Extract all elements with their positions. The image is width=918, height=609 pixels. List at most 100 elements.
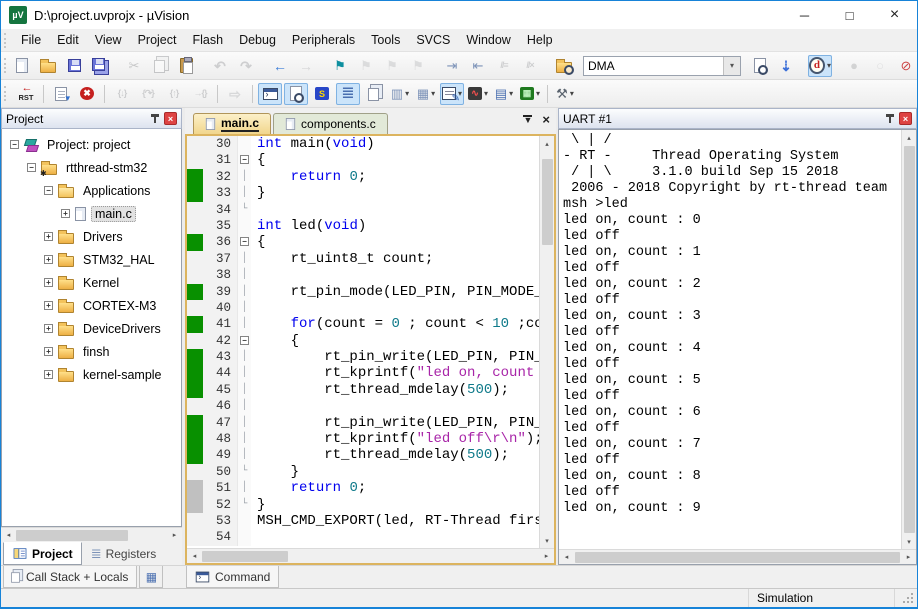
tree-item-kernel[interactable]: +Kernel [2,271,181,294]
uart-vscrollbar[interactable]: ▴ ▾ [901,130,916,549]
project-hscrollbar[interactable]: ◂ ▸ [1,527,182,542]
fold-marker[interactable]: − [237,152,251,168]
uncomment-button[interactable]: //× [518,55,542,77]
uart-hscrollbar[interactable]: ◂ ▸ [559,549,916,564]
expander-icon[interactable]: − [10,140,19,149]
fold-marker[interactable]: │ [237,365,251,381]
dropdown-arrow-icon[interactable]: ▾ [570,89,574,98]
fold-marker[interactable]: │ [237,267,251,283]
menu-item-flash[interactable]: Flash [184,31,231,49]
expander-icon[interactable]: − [27,163,36,172]
scroll-left-icon[interactable]: ◂ [187,549,202,564]
close-panel-icon[interactable]: × [164,112,177,125]
run-to-line-button[interactable]: →{} [188,83,212,105]
fold-marker[interactable]: │ [237,447,251,463]
watch-window-button[interactable]: ▥▾ [388,83,412,105]
editor-tab-components-c[interactable]: components.c [273,113,388,134]
dropdown-arrow-icon[interactable]: ▾ [431,89,435,98]
disassembly-window-button[interactable] [284,83,308,105]
close-button[interactable]: × [872,1,917,29]
system-viewer-button[interactable]: ▤▾ [492,83,516,105]
menu-item-tools[interactable]: Tools [363,31,408,49]
new-file-button[interactable] [10,55,34,77]
fold-marker[interactable]: │ [237,398,251,414]
tree-item-kernel-sample[interactable]: +kernel-sample [2,363,181,386]
registers-window-button[interactable]: ≣ [336,83,360,105]
expander-icon[interactable]: + [44,278,53,287]
scroll-thumb[interactable] [202,551,288,562]
bookmark-next-button[interactable]: ⚑ [380,55,404,77]
scroll-thumb[interactable] [904,146,915,533]
fold-marker[interactable]: │ [237,251,251,267]
code-editor[interactable]: 30int main(void)31−{32│ return 0;33│}34└… [187,136,539,548]
menu-item-peripherals[interactable]: Peripherals [284,31,363,49]
tools-button[interactable]: ⚒▾ [553,83,577,105]
project-tree[interactable]: −Project: project−rtthread-stm32−Applica… [1,129,182,527]
tree-item-cortex-m3[interactable]: +CORTEX-M3 [2,294,181,317]
fold-marker[interactable]: │ [237,480,251,496]
scroll-down-icon[interactable]: ▾ [540,533,555,548]
fold-marker[interactable]: │ [237,316,251,332]
expander-icon[interactable]: + [44,255,53,264]
bookmark-prev-button[interactable]: ⚑ [354,55,378,77]
fold-marker[interactable]: └ [237,497,251,513]
fold-marker[interactable]: └ [237,464,251,480]
fold-marker[interactable]: − [237,234,251,250]
editor-vscrollbar[interactable]: ▴ ▾ [539,136,554,548]
fold-marker[interactable]: │ [237,415,251,431]
lookup-button[interactable] [748,55,772,77]
save-all-button[interactable] [88,55,112,77]
step-out-button[interactable]: {↑} [162,83,186,105]
tab-registers[interactable]: ≣ Registers [82,542,166,565]
save-button[interactable] [62,55,86,77]
fold-marker[interactable]: │ [237,185,251,201]
fold-marker[interactable]: │ [237,382,251,398]
menu-item-debug[interactable]: Debug [231,31,284,49]
tab-command[interactable]: Command [186,566,279,588]
command-window-button[interactable] [258,83,282,105]
combo-dropdown-icon[interactable]: ▾ [723,57,740,75]
scroll-down-icon[interactable]: ▾ [902,534,917,549]
scroll-thumb[interactable] [575,552,900,563]
expander-icon[interactable]: + [44,232,53,241]
tab-list-icon[interactable]: ▼ [523,115,532,124]
menu-item-view[interactable]: View [87,31,130,49]
expander-icon[interactable]: + [44,301,53,310]
cut-button[interactable]: ✂ [122,55,146,77]
menu-item-window[interactable]: Window [458,31,518,49]
expander-icon[interactable]: + [44,370,53,379]
copy-button[interactable] [148,55,172,77]
bookmark-toggle-button[interactable]: ⚑ [328,55,352,77]
tree-item-finsh[interactable]: +finsh [2,340,181,363]
indent-button[interactable]: ⇥ [440,55,464,77]
fold-marker[interactable] [237,513,251,529]
uart-output[interactable]: \ | /- RT - Thread Operating System / | … [559,130,901,549]
dropdown-arrow-icon[interactable]: ▾ [536,89,540,98]
fold-marker[interactable]: │ [237,349,251,365]
outdent-button[interactable]: ⇤ [466,55,490,77]
show-next-statement-button[interactable]: ⇨ [223,83,247,105]
fold-marker[interactable]: − [237,333,251,349]
fold-marker[interactable] [237,218,251,234]
breakpoint-toggle-button[interactable]: ● [842,55,866,77]
symbols-window-button[interactable]: S [310,83,334,105]
scroll-thumb[interactable] [16,530,128,541]
fold-marker[interactable]: │ [237,300,251,316]
editor-tab-main-c[interactable]: main.c [193,113,271,134]
reset-button[interactable]: RST [14,83,38,105]
tree-item-devicedrivers[interactable]: +DeviceDrivers [2,317,181,340]
scroll-up-icon[interactable]: ▴ [902,130,917,145]
find-in-files-button[interactable] [552,55,576,77]
expander-icon[interactable]: + [44,324,53,333]
scroll-left-icon[interactable]: ◂ [1,528,16,543]
tab-project[interactable]: Project [3,542,82,565]
pin-icon[interactable] [885,113,896,125]
search-combo[interactable]: ▾ [583,56,741,76]
scroll-left-icon[interactable]: ◂ [559,550,574,565]
serial-window-button[interactable]: ▾ [440,83,464,105]
tree-item-rtthread-stm32[interactable]: −rtthread-stm32 [2,156,181,179]
debug-session-button[interactable]: d▾ [808,55,832,77]
fold-marker[interactable]: │ [237,284,251,300]
menu-item-help[interactable]: Help [519,31,561,49]
dropdown-arrow-icon[interactable]: ▾ [405,89,409,98]
